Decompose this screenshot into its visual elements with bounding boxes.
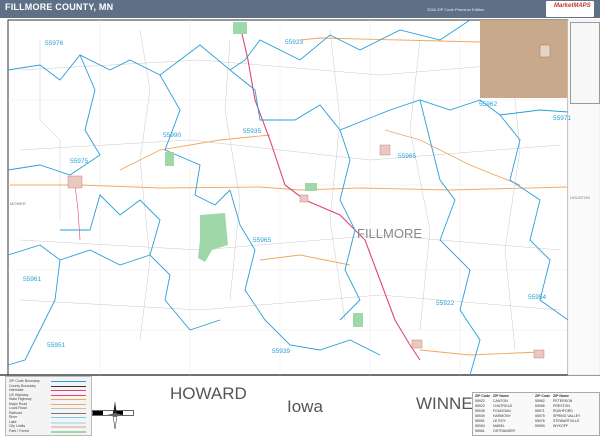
- zip-table-cell: 55922: [475, 399, 485, 403]
- map-frame: 55976 55923 55962 55971 55990 55935 5596…: [0, 0, 600, 436]
- legend-swatch: [51, 381, 86, 382]
- brand-logo: MarketMAPS: [546, 1, 594, 17]
- legend-label: US Highway: [9, 392, 29, 397]
- zip-table-cell: 55965: [535, 404, 545, 408]
- zip-table-cell: 55923: [475, 404, 485, 408]
- legend-label: City Limits: [9, 424, 26, 428]
- zip-code-table: ZIP Code ZIP Name ZIP Code ZIP Name 55922 CAN…: [472, 392, 600, 436]
- zip-table-cell: HARMONY: [493, 414, 511, 418]
- zip-table-cell: FOUNTAIN: [493, 409, 511, 413]
- state-label: Iowa: [287, 397, 323, 416]
- zip-label: 55965: [398, 153, 416, 160]
- neighbor-county-west: MOWER: [10, 201, 26, 206]
- zip-table-cell: 55990: [535, 424, 545, 428]
- zip-table-cell: 55935: [475, 409, 485, 413]
- legend-label: Major Road: [9, 401, 28, 406]
- zip-table-cell: MABEL: [493, 424, 505, 428]
- legend-swatch: [51, 408, 86, 409]
- zip-label: 55962: [479, 101, 497, 108]
- zip-table-cell: PRESTON: [553, 404, 570, 408]
- zip-label: 55976: [45, 40, 63, 47]
- zip-table-cell: 55939: [475, 414, 485, 418]
- zip-table-cell: 55961: [475, 429, 485, 433]
- zip-table-header: ZIP Name: [493, 394, 509, 398]
- legend-label: State Highway: [9, 397, 32, 401]
- legend-label: Lake: [9, 419, 17, 424]
- legend-swatch: [51, 385, 86, 387]
- legend-label: Interstate: [9, 388, 24, 392]
- title-bar: FILLMORE COUNTY, MN 2026 ZIP Code Premiu…: [0, 0, 600, 18]
- zip-table-cell: LE ROY: [493, 419, 506, 423]
- edition-label: 2026 ZIP Code Premium Edition: [427, 7, 485, 12]
- map-legend: ZIP Code Boundary County Boundary Inters…: [5, 376, 92, 436]
- zip-table-cell: STEWARTVILLE: [553, 419, 580, 423]
- legend-swatch: [51, 421, 86, 424]
- county-label: FILLMORE: [357, 226, 422, 241]
- park-area: [233, 22, 247, 34]
- zip-table-cell: 55951: [475, 419, 485, 423]
- zip-label: 55975: [70, 158, 88, 165]
- zip-table-cell: SPRING VALLEY: [553, 414, 581, 418]
- park-area: [353, 313, 363, 327]
- county-map[interactable]: 55976 55923 55962 55971 55990 55935 5596…: [0, 0, 600, 436]
- zip-table-cell: CANTON: [493, 399, 508, 403]
- zip-label: 55951: [47, 342, 65, 349]
- legend-swatch: [51, 426, 86, 428]
- legend-label: ZIP Code Boundary: [9, 379, 40, 383]
- zip-label: 55939: [272, 348, 290, 355]
- legend-label: Park / Forest: [9, 428, 30, 433]
- zip-table-cell: 55962: [535, 399, 545, 403]
- legend-swatch: [51, 412, 86, 414]
- map-title: FILLMORE COUNTY, MN: [5, 2, 114, 12]
- zip-table-cell: CHATFIELD: [493, 404, 513, 408]
- zip-table-cell: PETERSON: [553, 399, 573, 403]
- zip-table-cell: 55976: [535, 419, 545, 423]
- info-panel: [570, 22, 600, 104]
- zip-table-cell: 55954: [475, 424, 485, 428]
- neighbor-county-howard: HOWARD: [170, 384, 247, 403]
- legend-label: Local Road: [9, 406, 27, 410]
- zip-label: 55954: [528, 294, 546, 301]
- legend-swatch: [51, 390, 86, 391]
- neighbor-county-east: HOUSTON: [570, 195, 590, 200]
- zip-table-cell: 55975: [535, 414, 545, 418]
- zip-label: 55990: [163, 132, 181, 139]
- city-area: [411, 339, 423, 349]
- logo-text: MarketMAPS: [554, 3, 591, 9]
- zip-label: 55971: [553, 115, 571, 122]
- zip-label: 55965: [253, 237, 271, 244]
- city-area: [299, 194, 309, 203]
- legend-swatch: [51, 403, 86, 405]
- park-area: [305, 183, 317, 191]
- city-area: [539, 44, 551, 58]
- zip-label: 55923: [285, 39, 303, 46]
- zip-label: 55935: [243, 128, 261, 135]
- zip-label: 55922: [436, 300, 454, 307]
- legend-label: County Boundary: [9, 383, 37, 388]
- zip-table-cell: RUSHFORD: [553, 409, 573, 413]
- legend-swatch: [51, 417, 86, 418]
- zip-table-cell: 55971: [535, 409, 545, 413]
- legend-label: River: [9, 415, 18, 419]
- legend-swatch: [51, 394, 86, 396]
- zip-table-header: ZIP Code: [535, 394, 551, 398]
- zip-table-header: ZIP Code: [475, 394, 491, 398]
- legend-swatch: [51, 430, 86, 433]
- city-area: [480, 20, 568, 98]
- zip-table-cell: WYKOFF: [553, 424, 568, 428]
- compass-icon: [107, 401, 123, 430]
- zip-table-cell: OSTRANDER: [493, 429, 515, 433]
- park-area: [165, 152, 174, 166]
- city-area: [533, 349, 545, 359]
- zip-label: 55961: [23, 276, 41, 283]
- legend-label: Railroad: [9, 410, 23, 415]
- city-area: [379, 144, 391, 156]
- zip-table-header: ZIP Name: [553, 394, 569, 398]
- legend-swatch: [51, 399, 86, 400]
- city-area: [67, 175, 83, 189]
